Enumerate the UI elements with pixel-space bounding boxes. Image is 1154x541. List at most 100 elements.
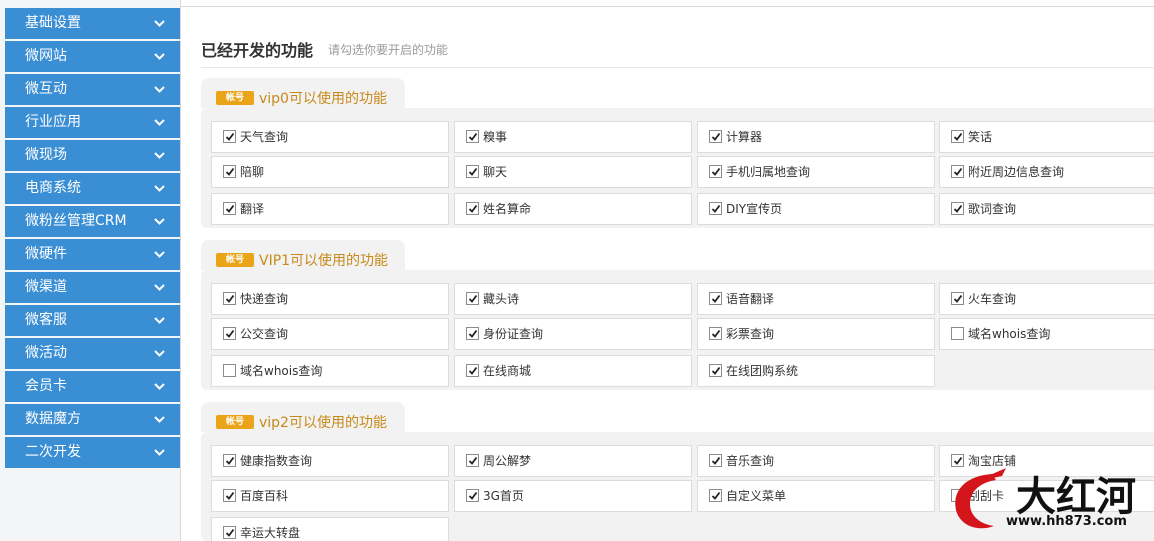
feature-checkbox[interactable] — [466, 165, 479, 178]
feature-checkbox[interactable] — [223, 130, 236, 143]
feature-checkbox[interactable] — [709, 327, 722, 340]
feature-label: 姓名算命 — [483, 202, 532, 216]
sidebar-item[interactable]: 数据魔方 — [5, 404, 180, 435]
feature-option[interactable]: DIY宣传页 — [697, 193, 935, 225]
feature-label: 歌词查询 — [968, 202, 1017, 216]
feature-option[interactable]: 健康指数查询 — [211, 445, 449, 477]
sidebar-item[interactable]: 微硬件 — [5, 239, 180, 270]
feature-checkbox[interactable] — [951, 292, 964, 305]
sidebar-item[interactable]: 微客服 — [5, 305, 180, 336]
feature-option[interactable]: 公交查询 — [211, 318, 449, 350]
sidebar-item[interactable]: 微活动 — [5, 338, 180, 369]
feature-checkbox[interactable] — [709, 454, 722, 467]
sidebar-item-label: 电商系统 — [25, 180, 81, 196]
feature-checkbox[interactable] — [223, 489, 236, 502]
feature-option[interactable]: 3G首页 — [454, 480, 692, 512]
feature-option[interactable]: 火车查询 — [939, 283, 1154, 315]
feature-label: 藏头诗 — [483, 292, 520, 306]
feature-checkbox[interactable] — [709, 130, 722, 143]
feature-label: 笑话 — [968, 130, 993, 144]
feature-checkbox[interactable] — [466, 327, 479, 340]
feature-option[interactable]: 笑话 — [939, 121, 1154, 153]
feature-checkbox[interactable] — [466, 454, 479, 467]
feature-option[interactable]: 身份证查询 — [454, 318, 692, 350]
feature-option[interactable]: 聊天 — [454, 156, 692, 188]
feature-checkbox[interactable] — [223, 454, 236, 467]
feature-option[interactable]: 陪聊 — [211, 156, 449, 188]
sidebar-item[interactable]: 微网站 — [5, 41, 180, 72]
sidebar-item[interactable]: 会员卡 — [5, 371, 180, 402]
chevron-down-icon — [154, 272, 166, 303]
feature-checkbox[interactable] — [466, 292, 479, 305]
feature-option[interactable]: 手机归属地查询 — [697, 156, 935, 188]
feature-option[interactable]: 音乐查询 — [697, 445, 935, 477]
section-header: 帐号 VIP1可以使用的功能 — [216, 250, 388, 270]
feature-checkbox[interactable] — [466, 489, 479, 502]
sidebar-item[interactable]: 微渠道 — [5, 272, 180, 303]
feature-checkbox[interactable] — [951, 165, 964, 178]
feature-label: 3G首页 — [483, 489, 524, 503]
feature-checkbox[interactable] — [709, 364, 722, 377]
feature-checkbox[interactable] — [951, 202, 964, 215]
sidebar-item[interactable]: 二次开发 — [5, 437, 180, 468]
feature-label: 计算器 — [726, 130, 763, 144]
sidebar-item[interactable]: 微粉丝管理CRM — [5, 206, 180, 237]
top-divider — [181, 6, 1154, 7]
feature-checkbox[interactable] — [709, 165, 722, 178]
feature-checkbox[interactable] — [223, 165, 236, 178]
sidebar-item[interactable]: 微现场 — [5, 140, 180, 171]
feature-checkbox[interactable] — [466, 130, 479, 143]
feature-label: 陪聊 — [240, 165, 265, 179]
feature-checkbox[interactable] — [466, 364, 479, 377]
feature-option[interactable]: 幸运大转盘 — [211, 517, 449, 541]
feature-label: 翻译 — [240, 202, 265, 216]
feature-option[interactable]: 藏头诗 — [454, 283, 692, 315]
feature-option[interactable]: 姓名算命 — [454, 193, 692, 225]
feature-option[interactable]: 快递查询 — [211, 283, 449, 315]
feature-option[interactable]: 糗事 — [454, 121, 692, 153]
feature-option[interactable]: 计算器 — [697, 121, 935, 153]
feature-option[interactable]: 天气查询 — [211, 121, 449, 153]
sidebar-item-label: 微粉丝管理CRM — [25, 213, 127, 229]
sidebar-item[interactable]: 行业应用 — [5, 107, 180, 138]
feature-checkbox[interactable] — [466, 202, 479, 215]
feature-option[interactable]: 彩票查询 — [697, 318, 935, 350]
feature-checkbox[interactable] — [951, 130, 964, 143]
feature-option[interactable]: 歌词查询 — [939, 193, 1154, 225]
feature-option[interactable]: 语音翻译 — [697, 283, 935, 315]
feature-checkbox[interactable] — [951, 327, 964, 340]
feature-option[interactable]: 域名whois查询 — [211, 355, 449, 387]
feature-checkbox[interactable] — [223, 292, 236, 305]
feature-option[interactable]: 在线商城 — [454, 355, 692, 387]
section-title: vip2可以使用的功能 — [259, 415, 387, 431]
feature-checkbox[interactable] — [223, 202, 236, 215]
sidebar-item-label: 数据魔方 — [25, 411, 81, 427]
feature-label: 域名whois查询 — [240, 364, 323, 378]
watermark-text: 大红河 — [1016, 473, 1136, 520]
feature-option[interactable]: 自定义菜单 — [697, 480, 935, 512]
feature-checkbox[interactable] — [709, 202, 722, 215]
section-header: 帐号 vip2可以使用的功能 — [216, 412, 387, 432]
watermark-url: www.hh873.com — [1006, 514, 1127, 529]
feature-option[interactable]: 在线团购系统 — [697, 355, 935, 387]
feature-label: 在线团购系统 — [726, 364, 799, 378]
feature-checkbox[interactable] — [223, 526, 236, 539]
sidebar-item[interactable]: 基础设置 — [5, 8, 180, 39]
feature-label: 彩票查询 — [726, 327, 775, 341]
sidebar-item[interactable]: 微互动 — [5, 74, 180, 105]
feature-option[interactable]: 百度百科 — [211, 480, 449, 512]
feature-label: 快递查询 — [240, 292, 289, 306]
feature-option[interactable]: 翻译 — [211, 193, 449, 225]
chevron-down-icon — [154, 206, 166, 237]
feature-checkbox[interactable] — [223, 327, 236, 340]
feature-option[interactable]: 附近周边信息查询 — [939, 156, 1154, 188]
feature-checkbox[interactable] — [223, 364, 236, 377]
feature-option[interactable]: 周公解梦 — [454, 445, 692, 477]
feature-checkbox[interactable] — [709, 292, 722, 305]
sidebar-item[interactable]: 电商系统 — [5, 173, 180, 204]
feature-checkbox[interactable] — [709, 489, 722, 502]
page-subtitle: 请勾选你要开启的功能 — [328, 43, 449, 57]
sidebar-item-label: 微互动 — [25, 81, 67, 97]
sidebar-item-label: 微硬件 — [25, 246, 67, 262]
feature-option[interactable]: 域名whois查询 — [939, 318, 1154, 350]
